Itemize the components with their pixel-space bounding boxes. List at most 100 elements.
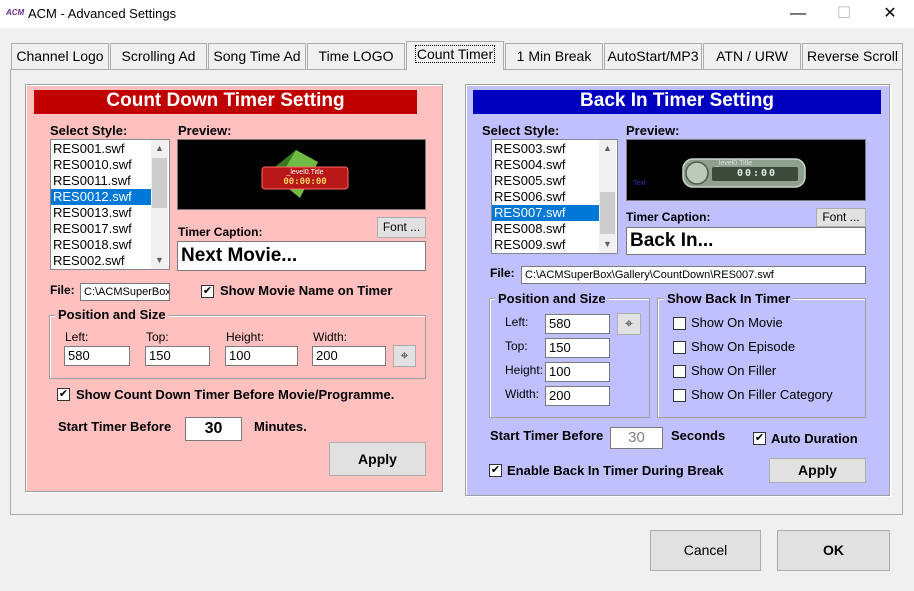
scroll-down-icon[interactable]: ▼ xyxy=(599,236,616,253)
show-on-filler-category-label: Show On Filler Category xyxy=(691,387,833,402)
minutes-label: Minutes. xyxy=(254,419,307,434)
file-label: File: xyxy=(50,283,75,297)
select-style-label: Select Style: xyxy=(50,123,128,138)
countdown-left-input[interactable]: 580 xyxy=(64,346,130,366)
backin-file-input[interactable]: C:\ACMSuperBox\Gallery\CountDown\RES007.… xyxy=(521,266,866,284)
tab-song-time-ad[interactable]: Song Time Ad xyxy=(208,43,306,69)
position-legend: Position and Size xyxy=(55,307,169,322)
file-label: File: xyxy=(490,266,515,280)
left-label: Left: xyxy=(505,315,529,329)
backin-top-input[interactable]: 150 xyxy=(545,338,610,358)
show-legend: Show Back In Timer xyxy=(664,291,794,306)
backin-caption-input[interactable]: Back In... xyxy=(626,227,866,255)
preview-title-text: _level0.Title xyxy=(715,160,753,167)
tab-label: Scrolling Ad xyxy=(121,48,196,64)
countdown-height-input[interactable]: 100 xyxy=(225,346,298,366)
tab-atn-urw[interactable]: ATN / URW xyxy=(703,43,801,69)
backin-width-input[interactable]: 200 xyxy=(545,386,610,406)
maximize-icon: ☐ xyxy=(836,5,852,22)
countdown-font-button[interactable]: Font ... xyxy=(377,217,426,238)
backin-height-input[interactable]: 100 xyxy=(545,362,610,382)
preview-small-text: Text xyxy=(633,180,646,187)
width-label: Width: xyxy=(505,387,540,401)
scroll-thumb[interactable] xyxy=(600,192,615,234)
height-label: Height: xyxy=(226,330,265,344)
countdown-file-input[interactable]: C:\ACMSuperBox xyxy=(80,283,170,301)
close-icon: ✕ xyxy=(883,5,897,22)
countdown-preview: _level0.Title 00:00:00 xyxy=(177,139,426,210)
show-on-filler-category-checkbox[interactable] xyxy=(673,389,686,402)
show-on-episode-checkbox[interactable] xyxy=(673,341,686,354)
list-item-selected[interactable]: RES007.swf xyxy=(492,205,599,221)
auto-duration-checkbox[interactable]: ✔ xyxy=(753,432,766,445)
preview-label: Preview: xyxy=(626,123,680,138)
position-legend: Position and Size xyxy=(495,291,609,306)
tab-label: Channel Logo xyxy=(16,48,104,64)
backin-start-before-input[interactable]: 30 xyxy=(610,427,663,449)
countdown-list-scrollbar[interactable]: ▲ ▼ xyxy=(151,140,168,269)
scroll-up-icon[interactable]: ▲ xyxy=(151,140,168,157)
countdown-width-input[interactable]: 200 xyxy=(312,346,386,366)
auto-duration-label: Auto Duration xyxy=(771,431,858,446)
preview-label: Preview: xyxy=(178,123,232,138)
tab-scrolling-ad[interactable]: Scrolling Ad xyxy=(110,43,207,69)
backin-apply-button[interactable]: Apply xyxy=(769,458,866,483)
countdown-title: Count Down Timer Setting xyxy=(34,90,417,114)
backin-font-button[interactable]: Font ... xyxy=(816,208,866,227)
width-label: Width: xyxy=(313,330,348,344)
cancel-button[interactable]: Cancel xyxy=(650,530,761,571)
minimize-icon: — xyxy=(790,5,806,22)
tab-label: Reverse Scroll xyxy=(806,48,899,64)
tab-autostart-mp3[interactable]: AutoStart/MP3 xyxy=(604,43,702,69)
show-before-movie-checkbox[interactable]: ✔ xyxy=(57,388,70,401)
show-movie-name-checkbox[interactable]: ✔ xyxy=(201,285,214,298)
backin-title: Back In Timer Setting xyxy=(473,90,881,114)
preview-time-text: 00:00 xyxy=(736,168,778,179)
show-on-movie-label: Show On Movie xyxy=(691,315,783,330)
preview-title-text: _level0.Title xyxy=(286,169,324,176)
minimize-button[interactable]: — xyxy=(775,0,821,28)
tab-label: Time LOGO xyxy=(318,48,394,64)
start-timer-before-label: Start Timer Before xyxy=(58,419,172,434)
tab-label: AutoStart/MP3 xyxy=(607,48,699,64)
start-timer-before-label: Start Timer Before xyxy=(490,428,604,443)
tab-label: ATN / URW xyxy=(716,48,788,64)
select-style-label: Select Style: xyxy=(482,123,560,138)
scroll-thumb[interactable] xyxy=(152,158,167,208)
timer-caption-label: Timer Caption: xyxy=(178,225,263,239)
tab-count-timer[interactable]: Count Timer xyxy=(406,41,504,70)
countdown-start-before-input[interactable]: 30 xyxy=(185,417,242,441)
tab-1-min-break[interactable]: 1 Min Break xyxy=(505,43,603,69)
scroll-down-icon[interactable]: ▼ xyxy=(151,252,168,269)
close-button[interactable]: ✕ xyxy=(867,0,913,28)
tab-time-logo[interactable]: Time LOGO xyxy=(307,43,405,69)
show-movie-name-label: Show Movie Name on Timer xyxy=(220,283,393,298)
show-on-filler-checkbox[interactable] xyxy=(673,365,686,378)
enable-backin-label: Enable Back In Timer During Break xyxy=(507,463,724,478)
seconds-label: Seconds xyxy=(671,428,726,443)
backin-list-scrollbar[interactable]: ▲ ▼ xyxy=(599,140,616,253)
show-before-movie-label: Show Count Down Timer Before Movie/Progr… xyxy=(76,387,395,402)
backin-preview: _level0.Title 00:00 Text xyxy=(626,139,866,201)
enable-backin-checkbox[interactable]: ✔ xyxy=(489,464,502,477)
show-on-movie-checkbox[interactable] xyxy=(673,317,686,330)
countdown-top-input[interactable]: 150 xyxy=(145,346,210,366)
tab-reverse-scroll[interactable]: Reverse Scroll xyxy=(802,43,903,69)
window-title: ACM - Advanced Settings xyxy=(28,6,177,21)
top-label: Top: xyxy=(146,330,169,344)
height-label: Height: xyxy=(505,363,544,377)
countdown-apply-button[interactable]: Apply xyxy=(329,442,426,476)
countdown-caption-input[interactable]: Next Movie... xyxy=(177,241,426,271)
top-label: Top: xyxy=(505,339,528,353)
preview-time-text: 00:00:00 xyxy=(283,177,327,187)
tab-label: Count Timer xyxy=(414,45,496,63)
list-item-selected[interactable]: RES0012.swf xyxy=(51,189,151,205)
backin-left-input[interactable]: 580 xyxy=(545,314,610,334)
scroll-up-icon[interactable]: ▲ xyxy=(599,140,616,157)
position-picker-icon[interactable]: ⌖ xyxy=(617,313,641,335)
tab-channel-logo[interactable]: Channel Logo xyxy=(11,43,109,69)
position-picker-icon[interactable]: ⌖ xyxy=(393,345,416,367)
ok-button[interactable]: OK xyxy=(777,530,890,571)
app-icon: ACM xyxy=(6,8,25,17)
timer-caption-label: Timer Caption: xyxy=(626,210,711,224)
